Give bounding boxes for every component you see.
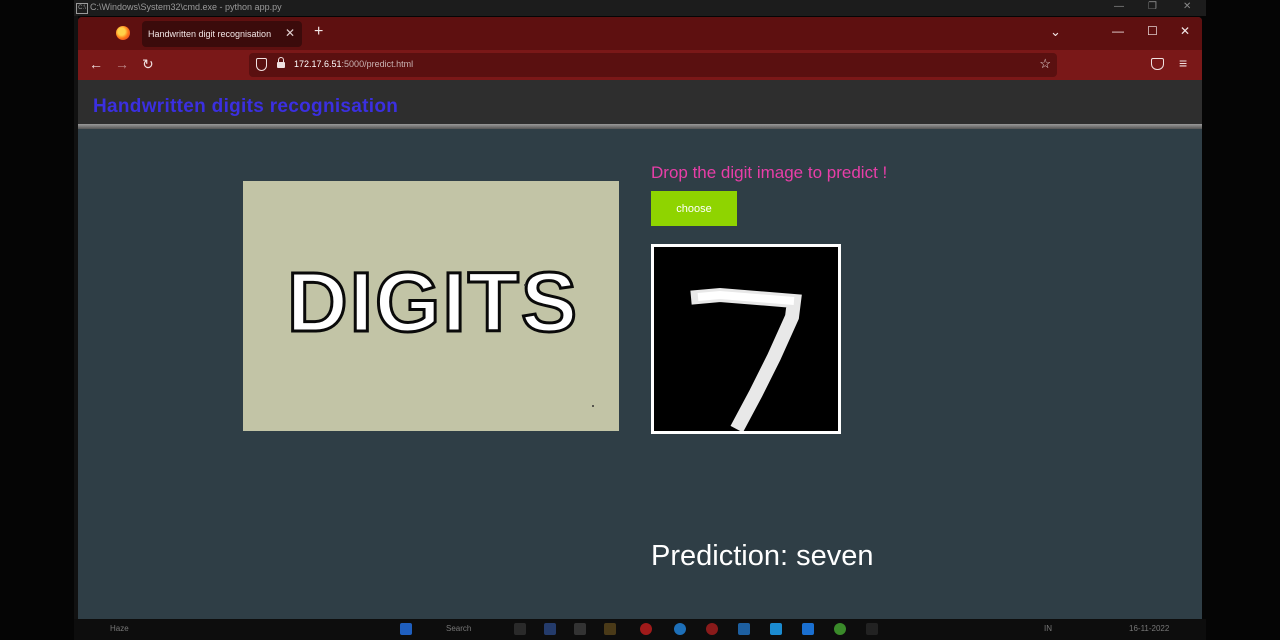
tab-close-icon[interactable]: ✕ bbox=[285, 26, 295, 40]
taskview-icon[interactable] bbox=[514, 623, 526, 635]
maximize-icon[interactable]: ☐ bbox=[1147, 24, 1158, 38]
header-divider bbox=[78, 124, 1202, 129]
address-bar[interactable]: 172.17.6.51:5000/predict.html ☆ bbox=[249, 53, 1057, 77]
taskbar: Haze Search IN 16-11-2022 bbox=[74, 619, 1206, 640]
minimize-icon[interactable]: — bbox=[1112, 24, 1124, 38]
language-indicator[interactable]: IN bbox=[1044, 624, 1052, 633]
digits-banner-graphic: DIGITS bbox=[285, 254, 594, 407]
app-icon[interactable] bbox=[544, 623, 556, 635]
url-text[interactable]: 172.17.6.51:5000/predict.html bbox=[294, 59, 413, 69]
digits-banner-image: DIGITS bbox=[243, 181, 619, 431]
reload-icon[interactable]: ↻ bbox=[142, 56, 154, 73]
app-icon[interactable] bbox=[674, 623, 686, 635]
app-icon[interactable] bbox=[738, 623, 750, 635]
start-icon[interactable] bbox=[400, 623, 412, 635]
back-icon[interactable]: ← bbox=[89, 56, 103, 72]
choose-file-button[interactable]: choose bbox=[651, 191, 737, 226]
app-icon[interactable] bbox=[834, 623, 846, 635]
browser-window: Handwritten digit recognisation ✕ + ⌄ — … bbox=[78, 17, 1202, 619]
banner-text: DIGITS bbox=[287, 255, 579, 349]
prediction-result: Prediction: seven bbox=[651, 540, 874, 572]
close-icon[interactable]: ✕ bbox=[1180, 24, 1190, 38]
page-title: Handwritten digits recognisation bbox=[93, 96, 399, 117]
lock-icon[interactable] bbox=[277, 57, 285, 68]
restore-icon[interactable]: ❐ bbox=[1148, 1, 1157, 12]
tab-active[interactable]: Handwritten digit recognisation ✕ bbox=[142, 21, 302, 47]
clock-date[interactable]: 16-11-2022 bbox=[1129, 624, 1169, 633]
taskbar-search[interactable]: Search bbox=[446, 624, 471, 633]
cmd-window-titlebar: C:\ C:\Windows\System32\cmd.exe - python… bbox=[74, 0, 1206, 16]
tracking-protection-icon[interactable] bbox=[256, 58, 267, 71]
bookmark-star-icon[interactable]: ☆ bbox=[1039, 56, 1051, 72]
cmd-window-title: C:\Windows\System32\cmd.exe - python app… bbox=[90, 2, 282, 12]
close-icon[interactable]: ✕ bbox=[1183, 1, 1191, 12]
hamburger-menu-icon[interactable]: ≡ bbox=[1179, 55, 1187, 71]
minimize-icon[interactable]: — bbox=[1114, 1, 1124, 12]
chevron-down-icon[interactable]: ⌄ bbox=[1050, 24, 1061, 40]
uploaded-digit-preview bbox=[651, 244, 841, 434]
weather-widget[interactable]: Haze bbox=[110, 624, 129, 633]
navigation-toolbar: ← → ↻ 172.17.6.51:5000/predict.html ☆ ≡ bbox=[78, 50, 1202, 80]
terminal-icon[interactable] bbox=[866, 623, 878, 635]
tab-bar: Handwritten digit recognisation ✕ + ⌄ — … bbox=[78, 17, 1202, 50]
app-icon[interactable] bbox=[770, 623, 782, 635]
app-icon[interactable] bbox=[706, 623, 718, 635]
pocket-icon[interactable] bbox=[1151, 58, 1164, 70]
new-tab-icon[interactable]: + bbox=[314, 23, 323, 41]
cmd-icon: C:\ bbox=[76, 3, 88, 14]
app-icon[interactable] bbox=[574, 623, 586, 635]
site-header: Handwritten digits recognisation bbox=[78, 80, 1202, 124]
tab-title: Handwritten digit recognisation bbox=[148, 29, 272, 39]
forward-icon[interactable]: → bbox=[115, 56, 129, 72]
vscode-icon[interactable] bbox=[802, 623, 814, 635]
firefox-taskbar-icon[interactable] bbox=[640, 623, 652, 635]
app-icon[interactable] bbox=[604, 623, 616, 635]
firefox-logo-icon[interactable] bbox=[116, 26, 130, 40]
drop-instruction: Drop the digit image to predict ! bbox=[651, 163, 888, 182]
digit-seven-image bbox=[654, 247, 838, 433]
